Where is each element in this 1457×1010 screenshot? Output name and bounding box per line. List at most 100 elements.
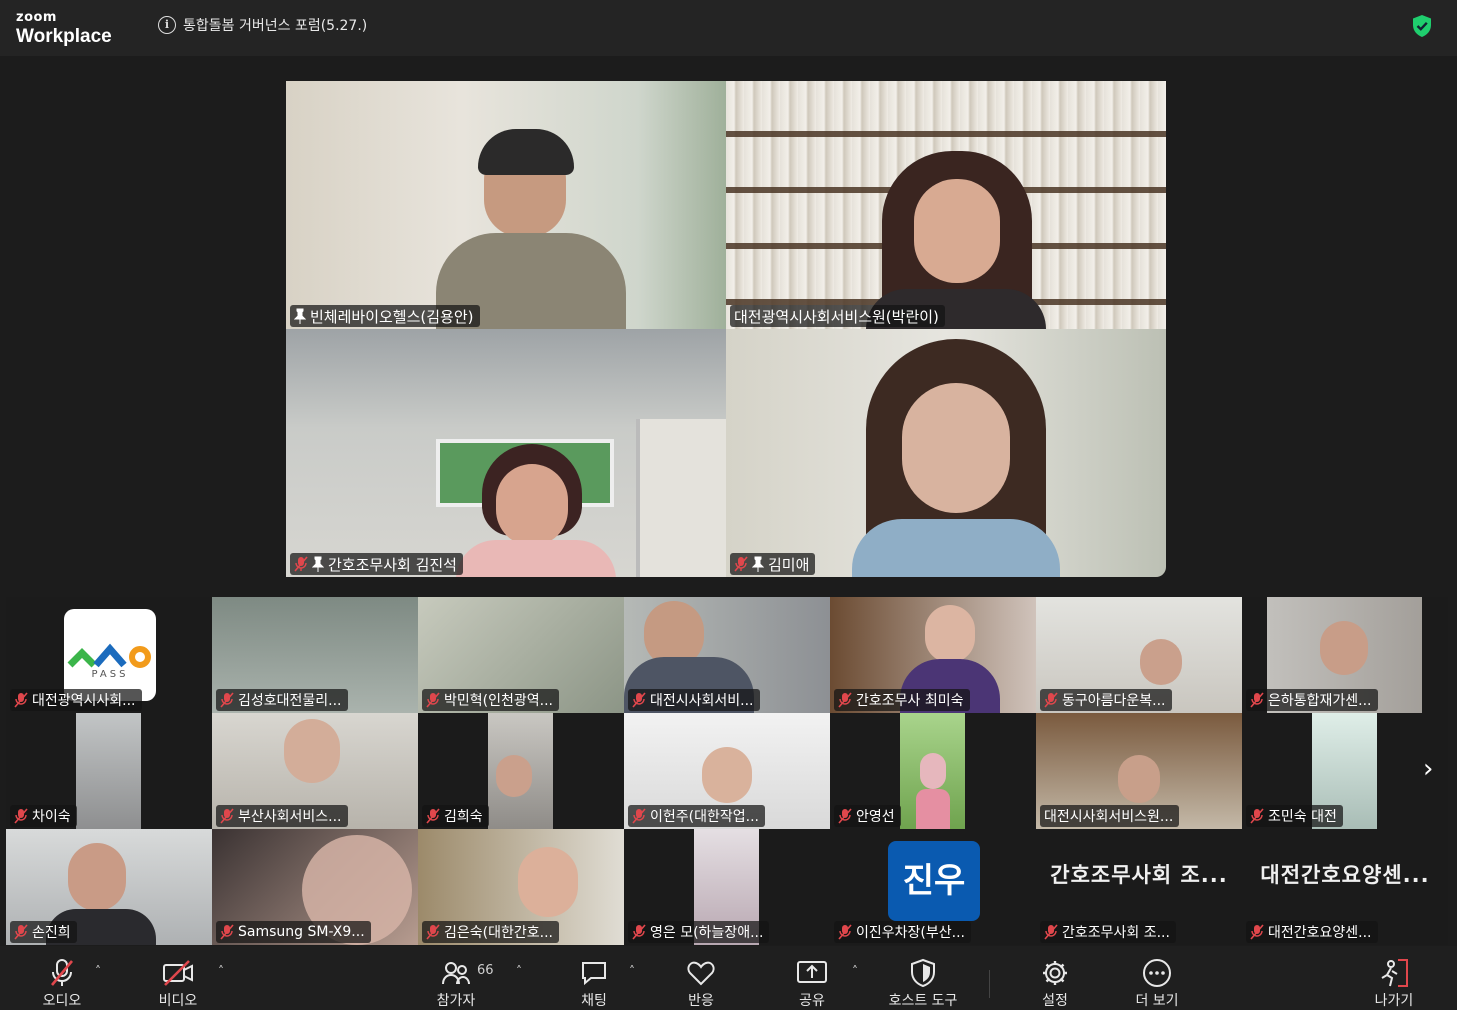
video-tile-gallery[interactable]: 김희숙 xyxy=(418,713,624,829)
video-tile-gallery[interactable]: 대전시사회서비... xyxy=(624,597,830,713)
mic-muted-icon xyxy=(632,808,646,824)
video-tile-gallery[interactable]: PASS 대전광역시사회... xyxy=(6,597,212,713)
mic-muted-icon xyxy=(294,556,308,572)
video-options-caret-icon[interactable]: ˄ xyxy=(218,964,224,978)
participant-name-tag: 대전광역시사회... xyxy=(10,689,142,711)
host-shield-icon xyxy=(911,958,935,988)
participant-name-tag: 대전시사회서비스원... xyxy=(1040,805,1180,827)
participants-button[interactable]: 참가자 xyxy=(428,946,484,1010)
more-button[interactable]: 더 보기 xyxy=(1122,946,1192,1010)
video-tile-gallery[interactable]: 김은숙(대한간호... xyxy=(418,829,624,945)
mic-muted-icon xyxy=(734,556,748,572)
video-tile-gallery[interactable]: 영은 모(하늘장애... xyxy=(624,829,830,945)
participant-name-tag: Samsung SM-X9... xyxy=(216,921,371,943)
host-tools-button[interactable]: 호스트 도구 xyxy=(880,946,966,1010)
mic-muted-icon xyxy=(14,808,28,824)
video-tile-gallery[interactable]: 간호조무사 최미숙 xyxy=(830,597,1036,713)
participant-video-figure xyxy=(426,121,636,329)
video-camera-off-icon xyxy=(163,960,193,986)
participant-name-tag: 차이숙 xyxy=(10,805,77,827)
mic-muted-icon xyxy=(220,692,234,708)
participants-icon xyxy=(442,962,470,985)
participant-name: 대전시사회서비스원... xyxy=(1044,809,1174,825)
video-tile-featured-3[interactable]: 간호조무사회 김진석 xyxy=(286,329,726,577)
settings-button[interactable]: 설정 xyxy=(1027,946,1083,1010)
settings-label: 설정 xyxy=(1042,993,1068,1009)
chat-button[interactable]: 채팅 xyxy=(566,946,622,1010)
share-button[interactable]: 공유 xyxy=(784,946,840,1010)
leave-door-icon xyxy=(1381,959,1408,987)
participant-name: 대전간호요양센... xyxy=(1268,925,1372,941)
chat-bubble-icon xyxy=(582,962,606,986)
chat-options-caret-icon[interactable]: ˄ xyxy=(629,964,635,978)
mic-muted-icon xyxy=(632,692,646,708)
participant-name-tag: 간호조무사회 김진석 xyxy=(290,553,463,575)
participant-name-tag: 영은 모(하늘장애... xyxy=(628,921,770,943)
video-tile-gallery[interactable]: 이헌주(대한작업... xyxy=(624,713,830,829)
security-shield-icon[interactable] xyxy=(1411,14,1433,38)
audio-options-caret-icon[interactable]: ˄ xyxy=(95,964,101,978)
participant-name-tag: 은하통합재가센... xyxy=(1246,689,1378,711)
participant-name-tag: 대전간호요양센... xyxy=(1246,921,1378,943)
video-tile-gallery[interactable]: 대전간호요양센... 대전간호요양센... xyxy=(1242,829,1448,945)
participant-name: 안영선 xyxy=(856,809,895,825)
video-tile-gallery[interactable]: 간호조무사회 조... 간호조무사회 조... xyxy=(1036,829,1242,945)
pin-icon xyxy=(312,556,324,572)
video-label: 비디오 xyxy=(158,993,198,1009)
participants-label: 참가자 xyxy=(436,993,476,1009)
video-tile-featured-1[interactable]: 빈체레바이오헬스(김용안) xyxy=(286,81,726,329)
participant-video-figure xyxy=(456,444,616,577)
video-tile-gallery[interactable]: 안영선 xyxy=(830,713,1036,829)
mic-muted-icon xyxy=(838,692,852,708)
top-bar: zoom Workplace i 통합돌봄 거버넌스 포럼(5.27.) xyxy=(0,0,1457,56)
audio-button[interactable]: 오디오 xyxy=(34,946,90,1010)
participant-name-tag: 박민혁(인천광역... xyxy=(422,689,559,711)
participant-name-tag: 김희숙 xyxy=(422,805,489,827)
video-tile-gallery[interactable]: 은하통합재가센... xyxy=(1242,597,1448,713)
participants-count: 66 xyxy=(477,963,494,978)
share-options-caret-icon[interactable]: ˄ xyxy=(852,964,858,978)
participant-name: 부산사회서비스... xyxy=(238,809,342,825)
reactions-button[interactable]: 반응 xyxy=(673,946,729,1010)
participant-name: 이헌주(대한작업... xyxy=(650,809,759,825)
video-tile-featured-2-active-speaker[interactable]: 대전광역시사회서비스원(박란이) xyxy=(726,81,1166,329)
video-tile-gallery[interactable]: 차이숙 xyxy=(6,713,212,829)
participant-name-tag: 김성호대전물리... xyxy=(216,689,348,711)
video-button[interactable]: 비디오 xyxy=(150,946,206,1010)
video-tile-gallery[interactable]: 박민혁(인천광역... xyxy=(418,597,624,713)
zoom-logo-small: zoom xyxy=(16,10,57,25)
mic-muted-icon xyxy=(1044,924,1058,940)
participant-avatar: 진우 xyxy=(888,841,980,921)
next-page-arrow-icon[interactable]: › xyxy=(1423,754,1433,784)
participant-name-tag: 간호조무사 최미숙 xyxy=(834,689,970,711)
reactions-label: 반응 xyxy=(688,993,714,1009)
video-tile-gallery[interactable]: 김성호대전물리... xyxy=(212,597,418,713)
video-tile-gallery[interactable]: 동구아름다운복... xyxy=(1036,597,1242,713)
participant-name-tag: 간호조무사회 조... xyxy=(1040,921,1176,943)
pin-icon xyxy=(752,556,764,572)
share-screen-icon xyxy=(797,961,827,983)
toolbar-divider xyxy=(989,970,990,998)
pin-icon xyxy=(294,308,306,324)
mic-muted-icon xyxy=(1250,692,1264,708)
more-dots-icon xyxy=(1143,959,1171,987)
video-tile-gallery[interactable]: 부산사회서비스... xyxy=(212,713,418,829)
participants-options-caret-icon[interactable]: ˄ xyxy=(516,964,522,978)
mic-muted-icon xyxy=(14,692,28,708)
mic-muted-icon xyxy=(838,924,852,940)
mic-muted-icon xyxy=(14,924,28,940)
video-tile-gallery[interactable]: 조민숙 대전 xyxy=(1242,713,1448,829)
video-tile-featured-4[interactable]: 김미애 xyxy=(726,329,1166,577)
participant-name: 차이숙 xyxy=(32,809,71,825)
video-tile-gallery[interactable]: Samsung SM-X9... xyxy=(212,829,418,945)
leave-button[interactable]: 나가기 xyxy=(1366,946,1422,1010)
mic-muted-icon xyxy=(1044,692,1058,708)
participant-name: 간호조무사 최미숙 xyxy=(856,693,964,709)
video-tile-gallery[interactable]: 진우 이진우차장(부산... xyxy=(830,829,1036,945)
participant-name: 간호조무사회 조... xyxy=(1062,925,1170,941)
participant-name-tag: 조민숙 대전 xyxy=(1246,805,1343,827)
video-tile-gallery[interactable]: 손진희 xyxy=(6,829,212,945)
leave-label: 나가기 xyxy=(1374,993,1414,1009)
info-icon[interactable]: i xyxy=(158,16,176,34)
video-tile-gallery[interactable]: 대전시사회서비스원... xyxy=(1036,713,1242,829)
